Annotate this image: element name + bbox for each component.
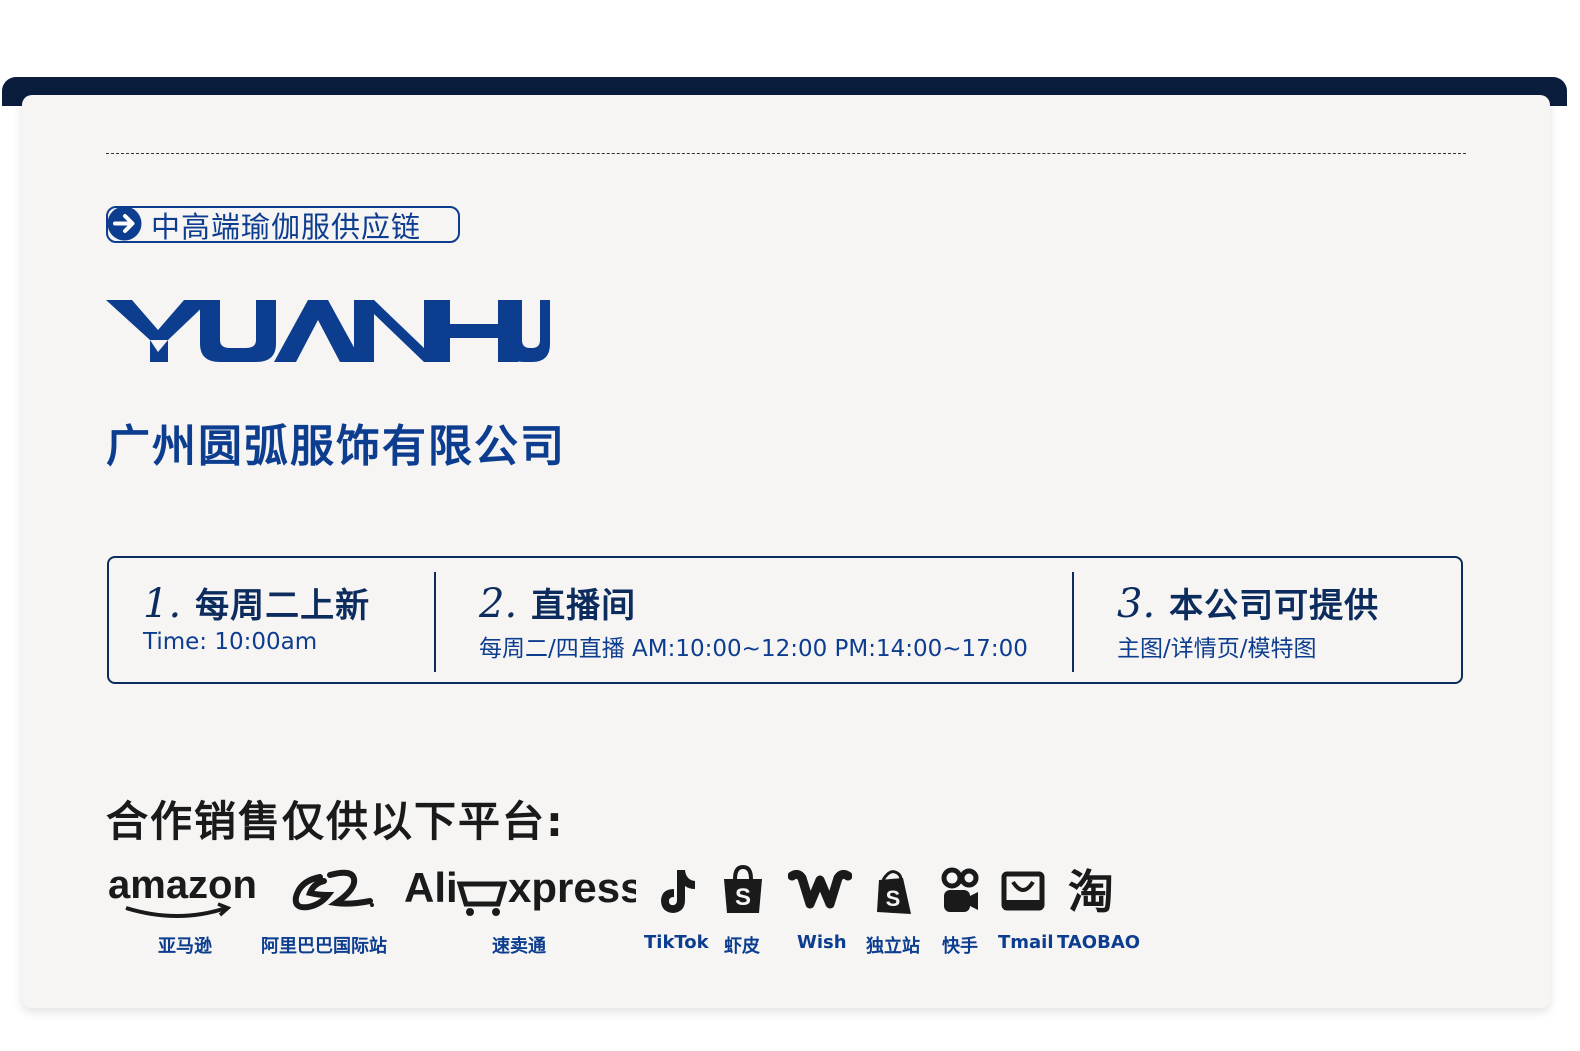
taobao-icon: 淘 [1066, 864, 1128, 920]
info-number: 2. [479, 581, 518, 627]
company-name: 广州圆弧服饰有限公司 [106, 421, 566, 472]
tmall-icon [1001, 870, 1045, 918]
info-item-services: 3. 本公司可提供 主图/详情页/模特图 [1117, 578, 1379, 663]
info-title: 本公司可提供 [1169, 586, 1380, 626]
svg-text:S: S [886, 886, 901, 911]
wish-icon [787, 869, 853, 918]
shopee-icon: S [721, 864, 765, 919]
shopify-icon: S [875, 868, 915, 920]
platforms-title: 合作销售仅供以下平台: [106, 797, 565, 846]
info-item-livestream: 2. 直播间 每周二/四直播 AM:10:00~12:00 PM:14:00~1… [479, 578, 1028, 663]
platform-label-tmall: Tmail [998, 932, 1054, 953]
tag-text: 中高端瑜伽服供应链 [151, 209, 422, 244]
arrow-right-circle-icon [107, 206, 142, 241]
info-item-new-arrivals: 1. 每周二上新 Time: 10:00am [143, 578, 370, 655]
yuanhu-logo [106, 296, 556, 370]
alibaba-logo [290, 865, 380, 919]
info-subtitle: 每周二/四直播 AM:10:00~12:00 PM:14:00~17:00 [479, 636, 1028, 662]
platform-label-wish: Wish [797, 932, 847, 953]
info-subtitle: 主图/详情页/模特图 [1117, 636, 1317, 662]
kuaishou-icon [940, 866, 980, 920]
svg-text:xpress: xpress [508, 864, 636, 911]
tiktok-icon [657, 868, 697, 920]
platform-label-alibaba: 阿里巴巴国际站 [261, 936, 387, 957]
platform-label-kuaishou: 快手 [942, 936, 978, 957]
info-title: 直播间 [531, 586, 637, 626]
platform-label-shopee: 虾皮 [724, 936, 760, 957]
info-title: 每周二上新 [195, 586, 371, 626]
svg-text:amazon: amazon [108, 863, 257, 907]
aliexpress-logo: Ali xpress [404, 862, 643, 922]
platform-label-tiktok: TikTok [644, 932, 709, 953]
info-number: 3. [1117, 581, 1156, 627]
dashed-divider [106, 153, 1466, 154]
svg-text:Ali: Ali [404, 864, 458, 911]
platform-label-independent: 独立站 [866, 936, 920, 957]
platform-label-amazon: 亚马逊 [158, 936, 212, 957]
amazon-logo: amazon [108, 862, 268, 926]
svg-text:淘: 淘 [1068, 865, 1114, 916]
platform-label-aliexpress: 速卖通 [492, 936, 546, 957]
info-divider [434, 572, 436, 672]
platform-label-taobao: TAOBAO [1057, 932, 1141, 953]
info-number: 1. [143, 581, 182, 627]
info-subtitle: Time: 10:00am [143, 629, 318, 655]
svg-text:S: S [735, 884, 751, 911]
supply-chain-tag: 中高端瑜伽服供应链 [106, 206, 460, 244]
info-divider [1072, 572, 1074, 672]
info-box: 1. 每周二上新 Time: 10:00am 2. 直播间 每周二/四直播 AM… [107, 556, 1463, 684]
